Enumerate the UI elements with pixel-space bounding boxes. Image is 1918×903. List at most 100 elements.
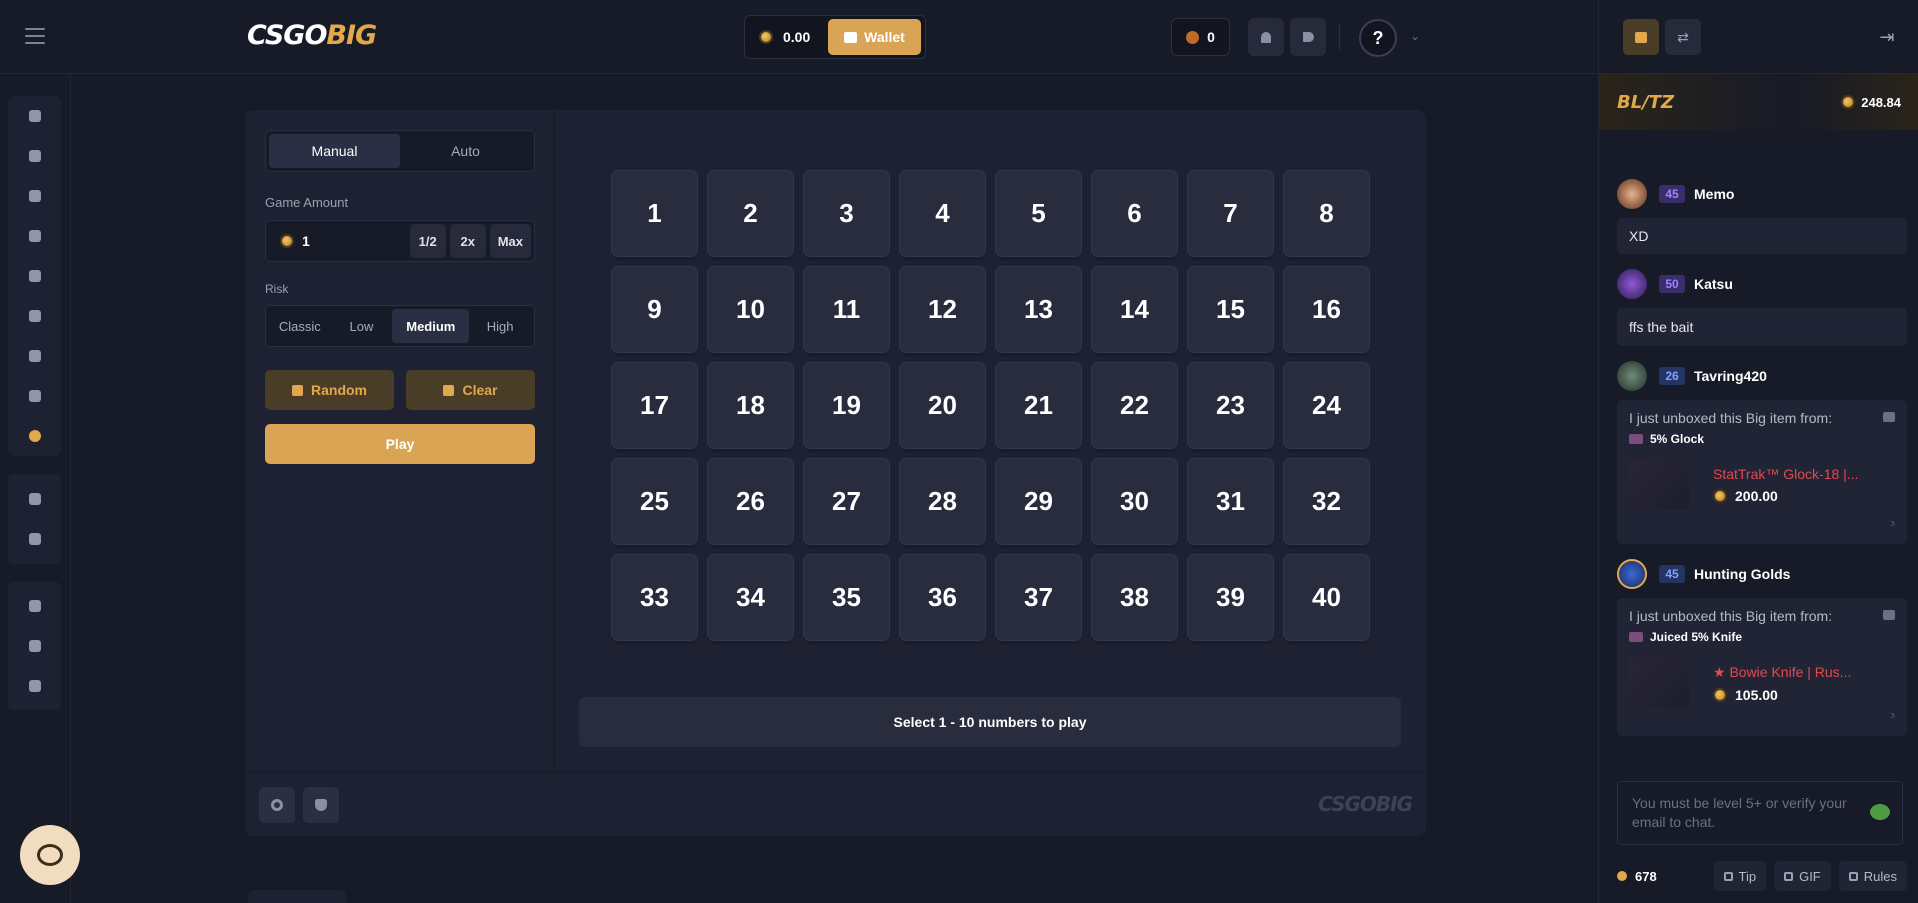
nav-affiliates-icon[interactable] (8, 479, 61, 519)
number-tile[interactable]: 35 (803, 554, 890, 641)
nav-wheel-icon[interactable] (8, 296, 61, 336)
help-button[interactable]: ? (1359, 19, 1397, 57)
avatar[interactable] (1617, 179, 1647, 209)
number-tile[interactable]: 11 (803, 266, 890, 353)
number-tile[interactable]: 16 (1283, 266, 1370, 353)
double-button[interactable]: 2x (449, 224, 486, 258)
nav-roulette-icon[interactable] (8, 336, 61, 376)
auto-tab[interactable]: Auto (400, 134, 531, 168)
number-tile[interactable]: 2 (707, 170, 794, 257)
number-tile[interactable]: 29 (995, 458, 1082, 545)
nav-mines-icon[interactable] (8, 216, 61, 256)
half-button[interactable]: 1/2 (409, 224, 446, 258)
amount-value[interactable]: 1 (302, 233, 406, 249)
gif-button[interactable]: GIF (1774, 861, 1831, 891)
settings-button[interactable] (259, 787, 295, 823)
number-tile[interactable]: 12 (899, 266, 986, 353)
avatar[interactable] (1617, 269, 1647, 299)
site-logo[interactable]: CSGOBIG (247, 20, 377, 51)
number-tile[interactable]: 38 (1091, 554, 1178, 641)
avatar[interactable] (1617, 361, 1647, 391)
number-tile[interactable]: 34 (707, 554, 794, 641)
sound-button[interactable] (1290, 18, 1326, 56)
number-tile[interactable]: 27 (803, 458, 890, 545)
number-tile[interactable]: 21 (995, 362, 1082, 449)
play-button[interactable]: Play (265, 424, 535, 464)
number-tile[interactable]: 20 (899, 362, 986, 449)
number-tile[interactable]: 28 (899, 458, 986, 545)
risk-low[interactable]: Low (331, 309, 393, 343)
chat-input[interactable]: You must be level 5+ or verify your emai… (1617, 781, 1903, 845)
nav-keno-icon[interactable] (8, 416, 61, 456)
number-tile[interactable]: 13 (995, 266, 1082, 353)
username[interactable]: Tavring420 (1694, 368, 1767, 384)
case-name[interactable]: 5% Glock (1629, 432, 1895, 446)
nav-settings-icon[interactable] (8, 586, 61, 626)
collapse-sidebar-button[interactable]: ⇥ (1869, 19, 1905, 55)
tip-button[interactable]: Tip (1713, 861, 1767, 891)
nav-cases-icon[interactable] (8, 96, 61, 136)
support-chat-button[interactable] (20, 825, 80, 885)
number-tile[interactable]: 23 (1187, 362, 1274, 449)
random-button[interactable]: Random (265, 370, 394, 410)
nav-battles-icon[interactable] (8, 136, 61, 176)
risk-high[interactable]: High (469, 309, 531, 343)
nav-rewards-icon[interactable] (8, 519, 61, 559)
number-tile[interactable]: 15 (1187, 266, 1274, 353)
number-tile[interactable]: 31 (1187, 458, 1274, 545)
rules-button[interactable]: Rules (1838, 861, 1907, 891)
clear-button[interactable]: Clear (406, 370, 535, 410)
number-tile[interactable]: 19 (803, 362, 890, 449)
number-tile[interactable]: 4 (899, 170, 986, 257)
number-tile[interactable]: 40 (1283, 554, 1370, 641)
number-tile[interactable]: 6 (1091, 170, 1178, 257)
nav-docs-icon[interactable] (8, 626, 61, 666)
number-tile[interactable]: 26 (707, 458, 794, 545)
nav-support-icon[interactable] (8, 666, 61, 706)
username[interactable]: Hunting Golds (1694, 566, 1790, 582)
number-tile[interactable]: 10 (707, 266, 794, 353)
number-tile[interactable]: 5 (995, 170, 1082, 257)
nav-dice-icon[interactable] (8, 376, 61, 416)
number-tile[interactable]: 17 (611, 362, 698, 449)
game-amount-input[interactable]: 1 1/2 2x Max (265, 220, 535, 262)
unboxed-item[interactable]: ★ Bowie Knife | Rus... 105.00 (1629, 658, 1895, 708)
fairness-button[interactable] (303, 787, 339, 823)
chevron-down-icon[interactable]: ⌄ (1410, 29, 1420, 43)
max-button[interactable]: Max (489, 224, 531, 258)
number-tile[interactable]: 9 (611, 266, 698, 353)
username[interactable]: Katsu (1694, 276, 1733, 292)
risk-classic[interactable]: Classic (269, 309, 331, 343)
number-tile[interactable]: 25 (611, 458, 698, 545)
number-tile[interactable]: 32 (1283, 458, 1370, 545)
number-tile[interactable]: 39 (1187, 554, 1274, 641)
menu-icon[interactable] (25, 28, 45, 44)
nav-upgrade-icon[interactable] (8, 176, 61, 216)
number-tile[interactable]: 14 (1091, 266, 1178, 353)
number-tile[interactable]: 1 (611, 170, 698, 257)
risk-medium[interactable]: Medium (392, 309, 470, 343)
number-tile[interactable]: 24 (1283, 362, 1370, 449)
unboxed-item[interactable]: StatTrak™ Glock-18 |... 200.00 (1629, 460, 1895, 510)
wallet-button[interactable]: Wallet (828, 19, 921, 55)
number-tile[interactable]: 3 (803, 170, 890, 257)
notifications-button[interactable] (1248, 18, 1284, 56)
manual-tab[interactable]: Manual (269, 134, 400, 168)
blitz-banner[interactable]: BL/TZ 248.84 (1599, 74, 1918, 130)
number-tile[interactable]: 7 (1187, 170, 1274, 257)
chevron-right-icon[interactable]: › (1891, 707, 1895, 722)
number-tile[interactable]: 36 (899, 554, 986, 641)
points-box[interactable]: 0 (1171, 18, 1230, 56)
chevron-right-icon[interactable]: › (1891, 515, 1895, 530)
emoji-icon[interactable] (1870, 804, 1890, 820)
number-tile[interactable]: 30 (1091, 458, 1178, 545)
number-tile[interactable]: 33 (611, 554, 698, 641)
number-tile[interactable]: 8 (1283, 170, 1370, 257)
number-tile[interactable]: 22 (1091, 362, 1178, 449)
username[interactable]: Memo (1694, 186, 1734, 202)
avatar[interactable] (1617, 559, 1647, 589)
swap-button[interactable]: ⇄ (1665, 19, 1701, 55)
nav-plinko-icon[interactable] (8, 256, 61, 296)
chat-messages[interactable]: 45 Memo XD 50 Katsu ffs the bait 26 Tavr… (1617, 130, 1907, 770)
chat-tab-button[interactable] (1623, 19, 1659, 55)
